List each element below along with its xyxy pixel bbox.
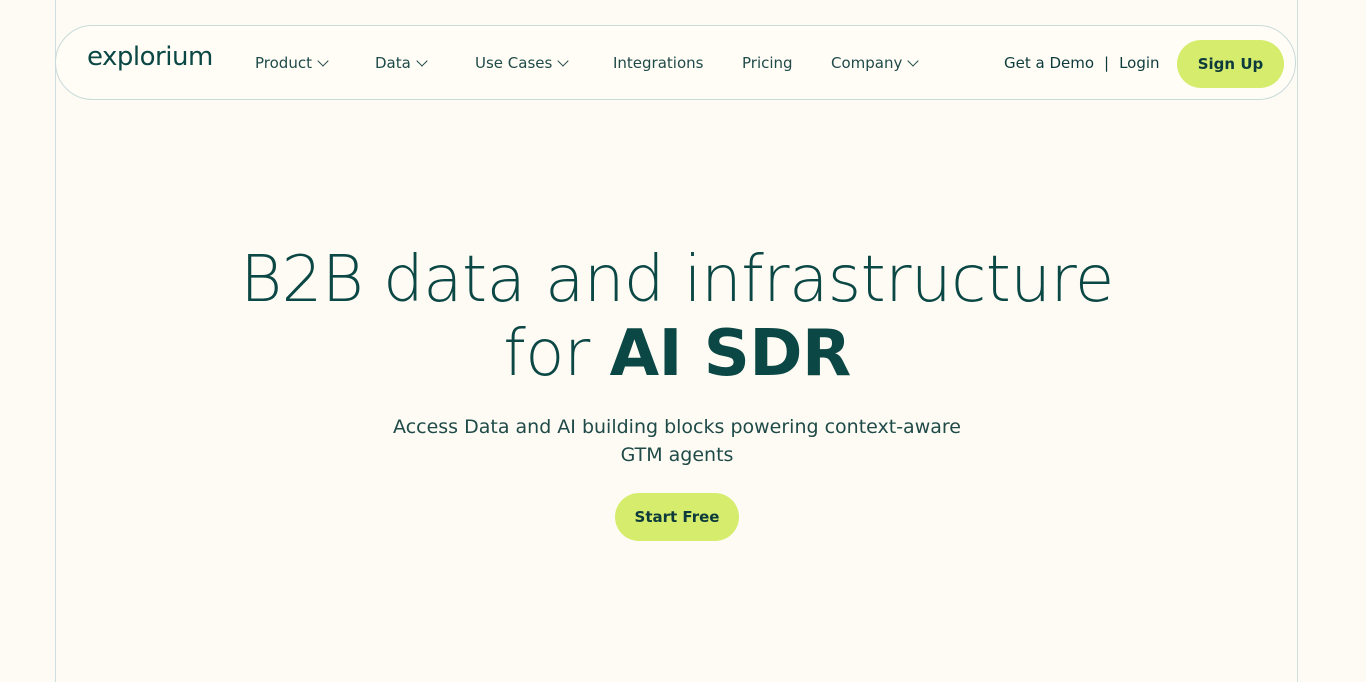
nav-item-label: Product: [255, 54, 312, 72]
nav-item-label: Integrations: [613, 54, 704, 72]
nav-item-pricing[interactable]: Pricing: [742, 54, 793, 72]
chevron-down-icon: [416, 54, 428, 67]
hero-subtitle: Access Data and AI building blocks power…: [0, 413, 1354, 469]
nav-item-label: Company: [831, 54, 903, 72]
nav-item-label: Use Cases: [475, 54, 553, 72]
explorium-logo[interactable]: explorium: [87, 42, 213, 72]
nav-item-company[interactable]: Company: [831, 54, 920, 72]
hero-title-highlight: AI SDR: [609, 317, 852, 391]
nav-item-label: Pricing: [742, 54, 793, 72]
nav-item-use-cases[interactable]: Use Cases: [475, 54, 569, 72]
hero-title-line1: B2B data and infrastructure: [240, 243, 1114, 317]
nav-item-data[interactable]: Data: [375, 54, 428, 72]
nav-item-label: Data: [375, 54, 411, 72]
hero-subtitle-line2: GTM agents: [620, 444, 734, 466]
chevron-down-icon: [557, 54, 569, 67]
top-navbar: explorium Product Data Use Cases Integra…: [55, 25, 1296, 100]
chevron-down-icon: [907, 54, 920, 67]
hero-title: B2B data and infrastructure for AI SDR: [0, 243, 1354, 391]
chevron-down-icon: [317, 54, 329, 67]
nav-item-product[interactable]: Product: [255, 54, 329, 72]
link-separator: |: [1104, 54, 1110, 72]
get-demo-link[interactable]: Get a Demo: [1004, 54, 1094, 72]
hero-title-prefix: for: [503, 317, 610, 391]
start-free-button[interactable]: Start Free: [615, 493, 739, 541]
auth-links: Get a Demo | Login: [1004, 54, 1160, 72]
login-link[interactable]: Login: [1119, 54, 1159, 72]
hero-subtitle-line1: Access Data and AI building blocks power…: [393, 416, 961, 438]
sign-up-button[interactable]: Sign Up: [1177, 40, 1284, 88]
nav-item-integrations[interactable]: Integrations: [613, 54, 703, 72]
